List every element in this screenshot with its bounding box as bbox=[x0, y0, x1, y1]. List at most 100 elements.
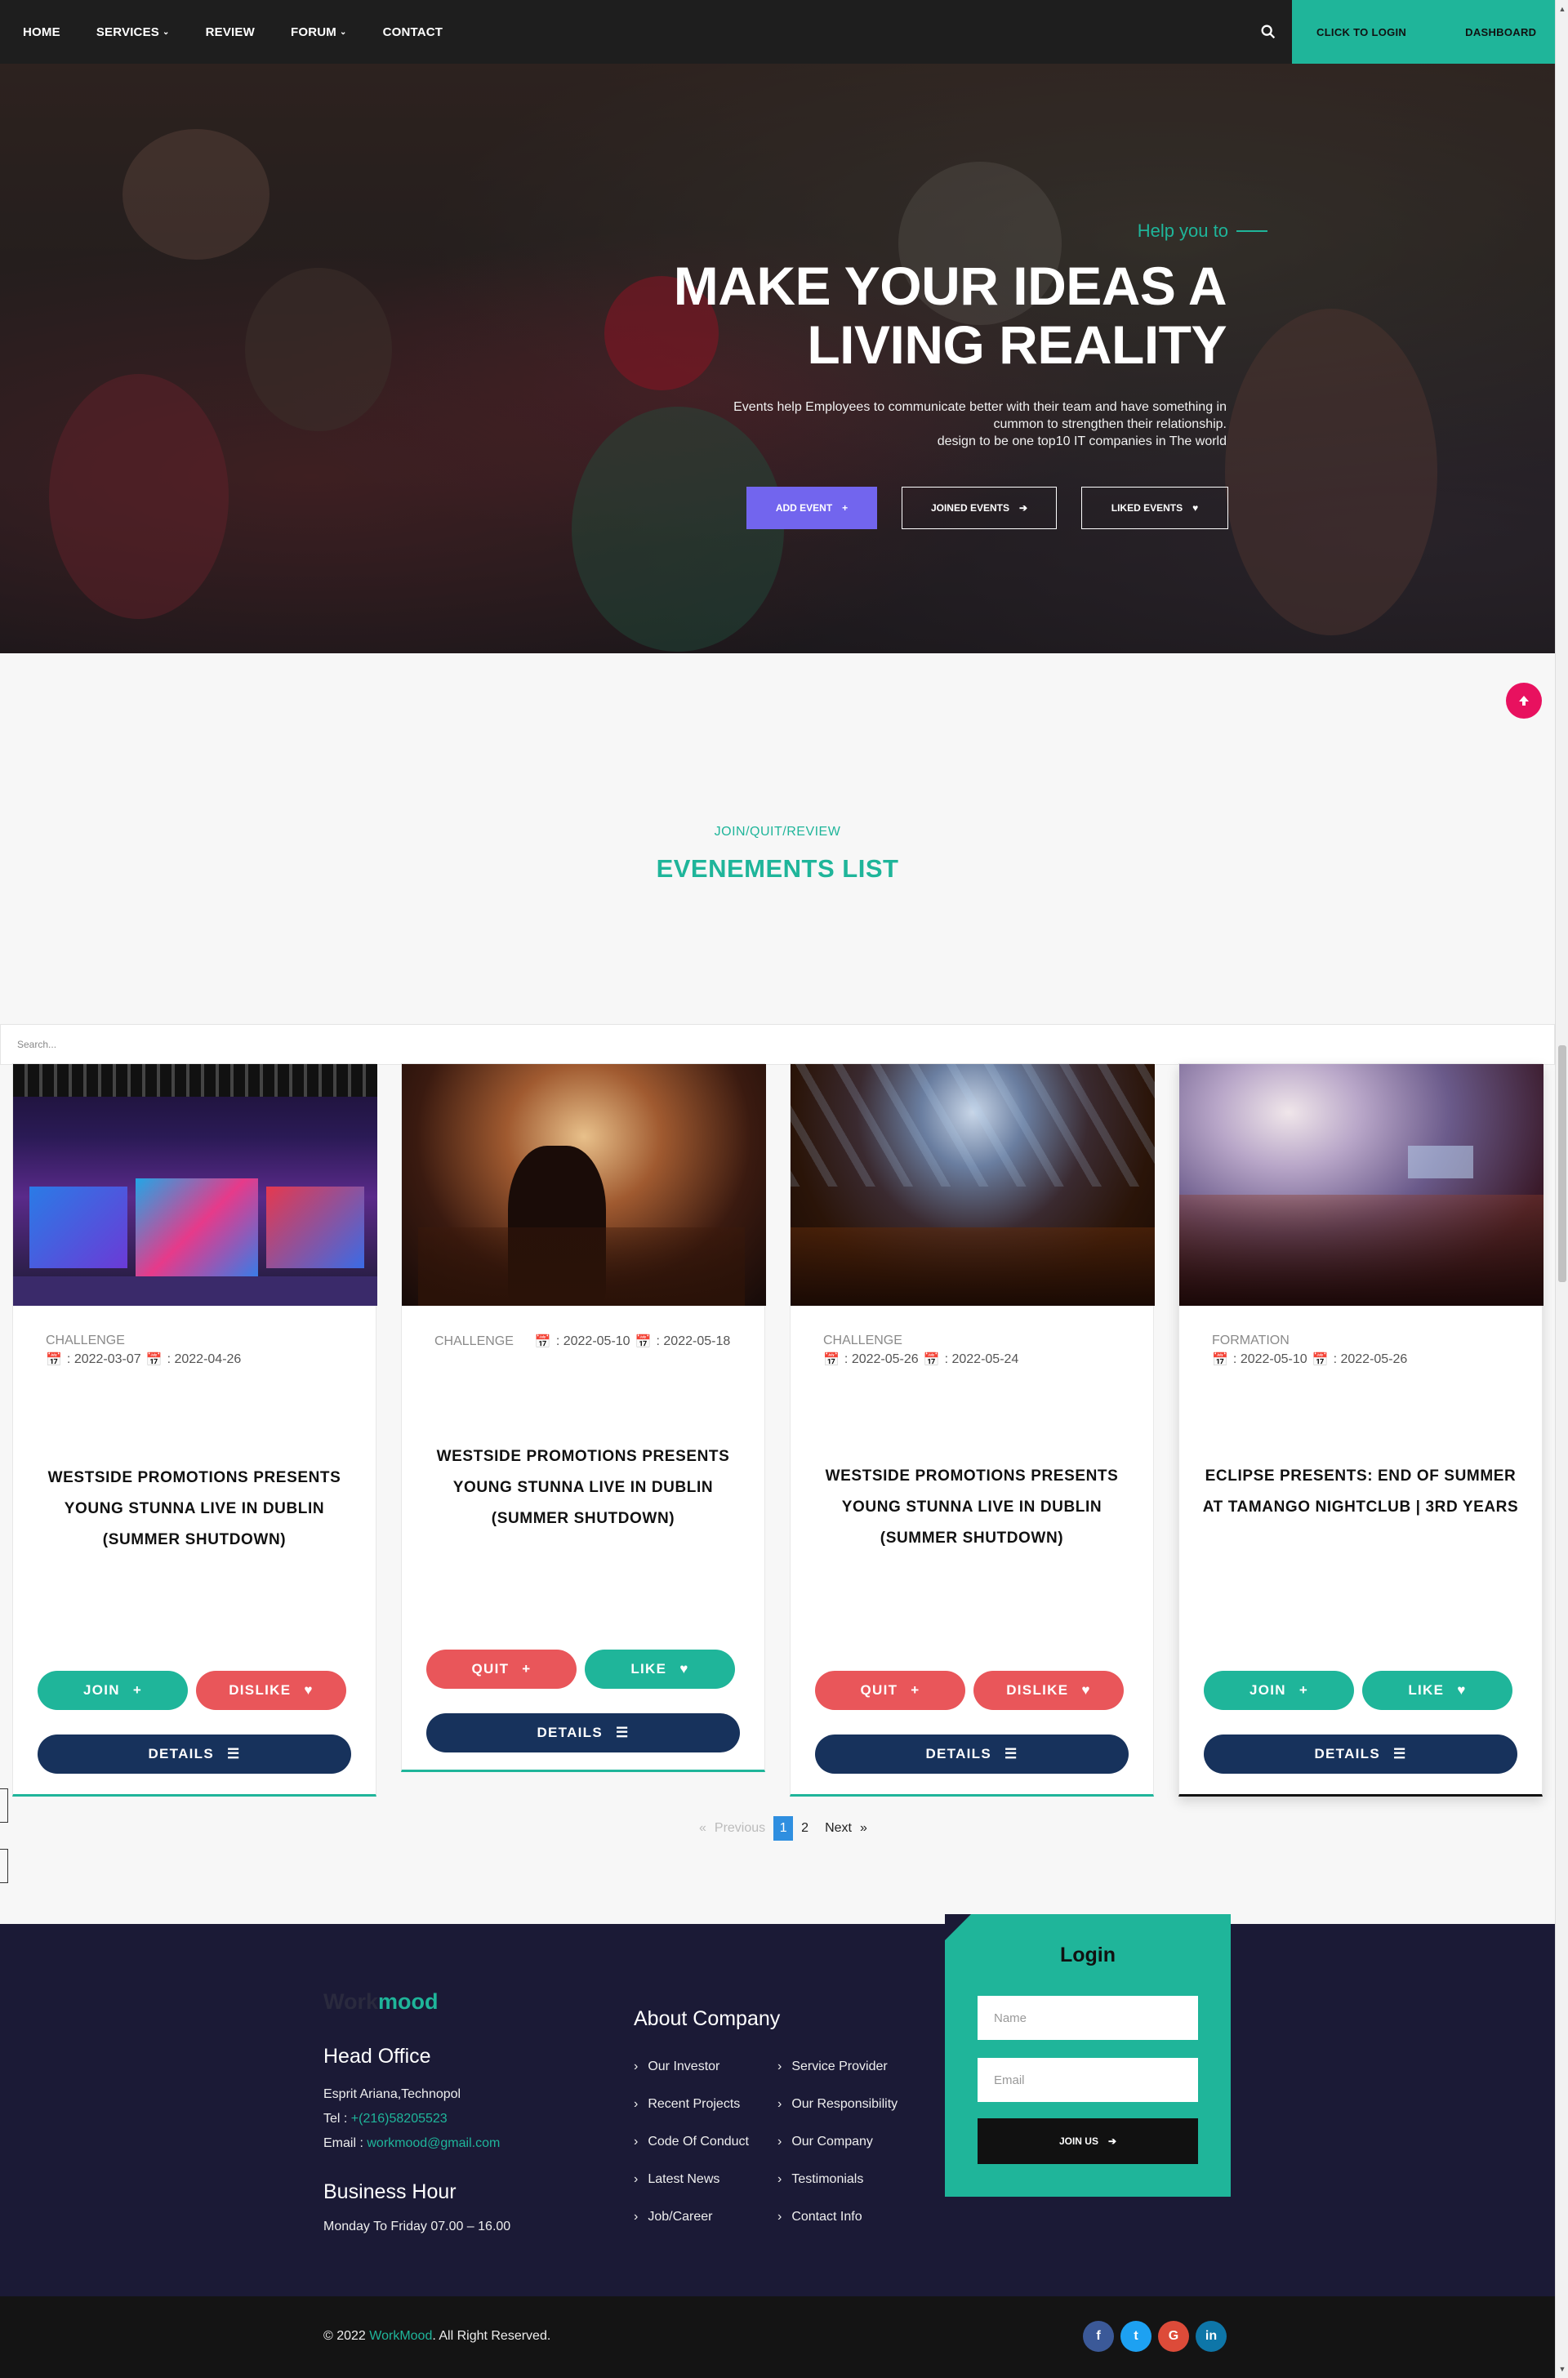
event-end-date: : 2022-05-26 bbox=[1333, 1352, 1408, 1366]
footer-link[interactable]: › Our Investor bbox=[634, 2060, 749, 2074]
office-address: Esprit Ariana,Technopol bbox=[323, 2087, 461, 2101]
office-tel: Tel : +(216)58205523 bbox=[323, 2112, 448, 2126]
search-input[interactable]: Search... bbox=[0, 1024, 1555, 1065]
heart-icon: ♥ bbox=[1081, 1682, 1091, 1698]
footer-link-label: Latest News bbox=[648, 2172, 720, 2186]
add-event-button[interactable]: ADD EVENT + bbox=[746, 487, 877, 529]
heart-icon: ♥ bbox=[1192, 502, 1199, 514]
nav-contact[interactable]: CONTACT bbox=[383, 25, 443, 39]
chevron-right-icon: › bbox=[634, 2060, 639, 2073]
list-icon: ☰ bbox=[616, 1725, 630, 1740]
footer-link[interactable]: › Recent Projects bbox=[634, 2097, 749, 2112]
nav-review[interactable]: REVIEW bbox=[206, 25, 255, 39]
footer-link-label: Code Of Conduct bbox=[648, 2135, 749, 2149]
tel-link[interactable]: +(216)58205523 bbox=[351, 2112, 448, 2126]
footer-link[interactable]: › Our Responsibility bbox=[777, 2097, 898, 2112]
scrollbar-thumb[interactable] bbox=[1558, 1045, 1566, 1282]
scroll-to-top-button[interactable] bbox=[1506, 683, 1542, 719]
name-field[interactable]: Name bbox=[978, 1996, 1198, 2040]
join-button[interactable]: JOIN + bbox=[1204, 1671, 1354, 1710]
joined-events-button[interactable]: JOINED EVENTS ➔ bbox=[902, 487, 1057, 529]
footer-link-label: Testimonials bbox=[791, 2172, 864, 2186]
calendar-icon: 📅 bbox=[823, 1353, 840, 1367]
twitter-icon[interactable]: t bbox=[1120, 2321, 1152, 2352]
details-button[interactable]: DETAILS ☰ bbox=[426, 1713, 740, 1752]
like-button[interactable]: LIKE ♥ bbox=[1362, 1671, 1512, 1710]
email-field[interactable]: Email bbox=[978, 2058, 1198, 2102]
nav-menu: HOME SERVICES ⌄ REVIEW FORUM ⌄ CONTACT bbox=[23, 25, 479, 39]
chevron-right-icon: › bbox=[777, 2172, 782, 2186]
nav-forum[interactable]: FORUM ⌄ bbox=[291, 25, 347, 39]
details-label: DETAILS bbox=[925, 1746, 991, 1761]
page-2-link[interactable]: 2 bbox=[801, 1821, 808, 1836]
details-button[interactable]: DETAILS ☰ bbox=[815, 1735, 1129, 1774]
event-category: FORMATION bbox=[1212, 1334, 1290, 1347]
dislike-button[interactable]: DISLIKE ♥ bbox=[196, 1671, 346, 1710]
event-image bbox=[402, 1064, 766, 1306]
scroll-up-arrow-icon[interactable]: ▲ bbox=[1558, 5, 1566, 13]
search-icon[interactable] bbox=[1259, 23, 1277, 41]
calendar-icon: 📅 bbox=[145, 1353, 163, 1367]
hero-subtitle-text: Help you to bbox=[1137, 220, 1228, 241]
click-to-login-link[interactable]: CLICK TO LOGIN bbox=[1316, 26, 1406, 38]
hours-title: Business Hour bbox=[323, 2180, 457, 2203]
footer-link[interactable]: › Service Provider bbox=[777, 2060, 898, 2074]
join-label: JOIN bbox=[1249, 1682, 1286, 1698]
footer-link[interactable]: › Code Of Conduct bbox=[634, 2135, 749, 2149]
nav-home[interactable]: HOME bbox=[23, 25, 60, 39]
nav-services[interactable]: SERVICES ⌄ bbox=[96, 25, 170, 39]
arrow-right-icon: ➔ bbox=[1018, 502, 1028, 514]
linkedin-icon[interactable]: in bbox=[1196, 2321, 1227, 2352]
join-button[interactable]: JOIN + bbox=[38, 1671, 188, 1710]
event-end-date: : 2022-05-18 bbox=[656, 1334, 731, 1348]
footer-link[interactable]: › Testimonials bbox=[777, 2172, 898, 2187]
plus-icon: + bbox=[1298, 1682, 1309, 1698]
google-plus-icon[interactable]: G bbox=[1158, 2321, 1189, 2352]
about-title: About Company bbox=[634, 2007, 781, 2030]
footer-link[interactable]: › Our Company bbox=[777, 2135, 898, 2149]
event-end-date: : 2022-05-24 bbox=[944, 1352, 1019, 1366]
dislike-label: DISLIKE bbox=[229, 1682, 292, 1698]
joined-events-label: JOINED EVENTS bbox=[930, 502, 1009, 514]
dashboard-link[interactable]: DASHBOARD bbox=[1465, 26, 1536, 38]
list-icon: ☰ bbox=[227, 1746, 241, 1761]
details-button[interactable]: DETAILS ☰ bbox=[38, 1735, 351, 1774]
quit-button[interactable]: QUIT + bbox=[815, 1671, 965, 1710]
details-label: DETAILS bbox=[1314, 1746, 1380, 1761]
footer-bottom-bar bbox=[0, 2296, 1555, 2378]
copyright: © 2022 WorkMood. All Right Reserved. bbox=[323, 2329, 550, 2344]
page-1-link[interactable]: 1 bbox=[773, 1816, 794, 1841]
event-dates: 📅: 2022-03-07 📅: 2022-04-26 bbox=[13, 1348, 376, 1368]
list-icon: ☰ bbox=[1393, 1746, 1407, 1761]
event-dates: 📅: 2022-05-10 📅: 2022-05-18 bbox=[535, 1334, 730, 1350]
join-us-button[interactable]: JOIN US ➔ bbox=[978, 2118, 1198, 2164]
footer-link[interactable]: › Job/Career bbox=[634, 2210, 749, 2224]
footer-link-label: Contact Info bbox=[791, 2210, 862, 2224]
chevron-right-icon: › bbox=[777, 2097, 782, 2111]
quit-label: QUIT bbox=[471, 1661, 510, 1677]
email-link[interactable]: workmood@gmail.com bbox=[367, 2136, 500, 2150]
scroll-down-arrow-icon[interactable]: ▼ bbox=[1558, 2365, 1566, 2373]
hero-desc-line3: design to be one top10 IT companies in T… bbox=[937, 434, 1227, 448]
tel-label: Tel : bbox=[323, 2112, 348, 2126]
page-scrollbar[interactable]: ▲ ▼ bbox=[1555, 0, 1568, 2378]
copyright-brand-link[interactable]: WorkMood bbox=[369, 2329, 432, 2343]
details-button[interactable]: DETAILS ☰ bbox=[1204, 1735, 1517, 1774]
copyright-prefix: © 2022 bbox=[323, 2329, 370, 2343]
footer-link[interactable]: › Latest News bbox=[634, 2172, 749, 2187]
previous-page-link[interactable]: Previous bbox=[715, 1821, 765, 1836]
arrow-up-icon bbox=[1519, 696, 1529, 706]
join-label: JOIN bbox=[82, 1682, 120, 1698]
like-label: LIKE bbox=[1408, 1682, 1445, 1698]
footer-link-label: Service Provider bbox=[791, 2060, 888, 2073]
liked-events-button[interactable]: LIKED EVENTS ♥ bbox=[1081, 487, 1228, 529]
office-email: Email : workmood@gmail.com bbox=[323, 2136, 500, 2151]
footer-link[interactable]: › Contact Info bbox=[777, 2210, 898, 2224]
hero-desc-line2: cummon to strengthen their relationship. bbox=[993, 417, 1227, 431]
next-page-link[interactable]: Next bbox=[825, 1821, 852, 1836]
facebook-icon[interactable]: f bbox=[1083, 2321, 1114, 2352]
dislike-button[interactable]: DISLIKE ♥ bbox=[973, 1671, 1124, 1710]
nav-forum-label: FORUM bbox=[290, 24, 336, 39]
like-button[interactable]: LIKE ♥ bbox=[585, 1650, 735, 1689]
quit-button[interactable]: QUIT + bbox=[426, 1650, 577, 1689]
